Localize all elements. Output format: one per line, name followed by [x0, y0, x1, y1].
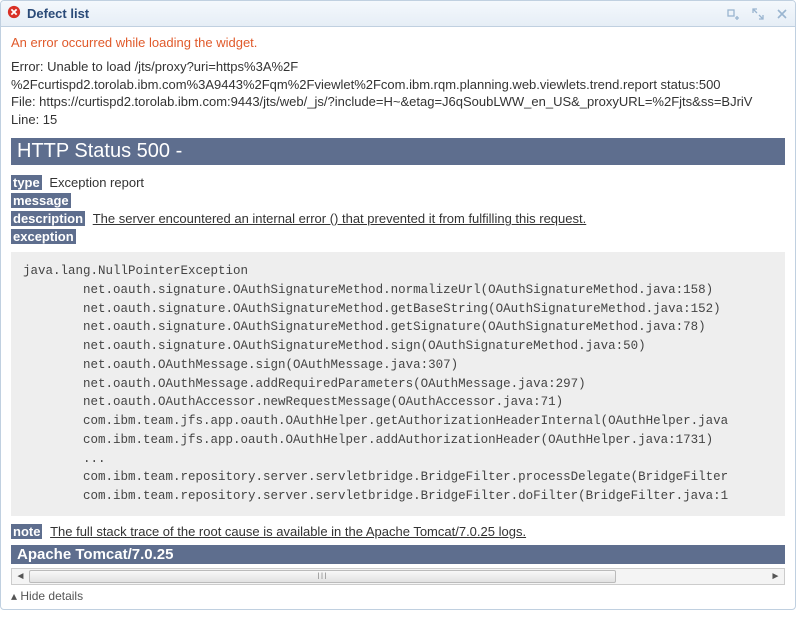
error-line: Error: Unable to load /jts/proxy?uri=htt… [11, 58, 785, 76]
http-status-heading: HTTP Status 500 - [11, 138, 785, 165]
label-description: description [11, 211, 85, 226]
defect-list-panel: Defect list An error occurred while load… [0, 0, 796, 610]
value-description: The server encountered an internal error… [93, 211, 587, 226]
panel-body: An error occurred while loading the widg… [1, 27, 795, 609]
expand-icon[interactable] [751, 7, 765, 21]
minimize-icon[interactable] [727, 7, 741, 21]
kv-message: message [11, 193, 785, 208]
error-line: %2Fcurtispd2.torolab.ibm.com%3A9443%2Fqm… [11, 76, 785, 94]
scroll-track[interactable]: III [29, 569, 767, 584]
scroll-left-arrow[interactable]: ◄ [12, 569, 29, 584]
label-exception: exception [11, 229, 76, 244]
tomcat-footer: Apache Tomcat/7.0.25 [11, 545, 785, 564]
kv-note: note The full stack trace of the root ca… [11, 524, 785, 539]
kv-type: type Exception report [11, 175, 785, 190]
hide-details-label: Hide details [20, 589, 83, 603]
stack-trace: java.lang.NullPointerException net.oauth… [11, 252, 785, 516]
horizontal-scrollbar[interactable]: ◄ III ► [11, 568, 785, 585]
close-icon[interactable] [775, 7, 789, 21]
caret-up-icon: ▴ [11, 589, 17, 603]
error-icon [7, 5, 21, 22]
error-line: Line: 15 [11, 111, 785, 129]
panel-title: Defect list [27, 6, 727, 21]
value-note: The full stack trace of the root cause i… [50, 524, 526, 539]
scroll-right-arrow[interactable]: ► [767, 569, 784, 584]
widget-load-error: An error occurred while loading the widg… [11, 35, 785, 50]
hide-details-row: ▴ Hide details [11, 589, 785, 603]
kv-description: description The server encountered an in… [11, 211, 785, 226]
kv-exception: exception [11, 229, 785, 244]
error-line: File: https://curtispd2.torolab.ibm.com:… [11, 93, 785, 111]
label-type: type [11, 175, 42, 190]
hide-details-link[interactable]: ▴ Hide details [11, 589, 83, 603]
scroll-thumb[interactable]: III [29, 570, 616, 583]
error-details-block: Error: Unable to load /jts/proxy?uri=htt… [11, 58, 785, 128]
label-note: note [11, 524, 42, 539]
label-message: message [11, 193, 71, 208]
titlebar: Defect list [1, 1, 795, 27]
value-type: Exception report [49, 175, 144, 190]
